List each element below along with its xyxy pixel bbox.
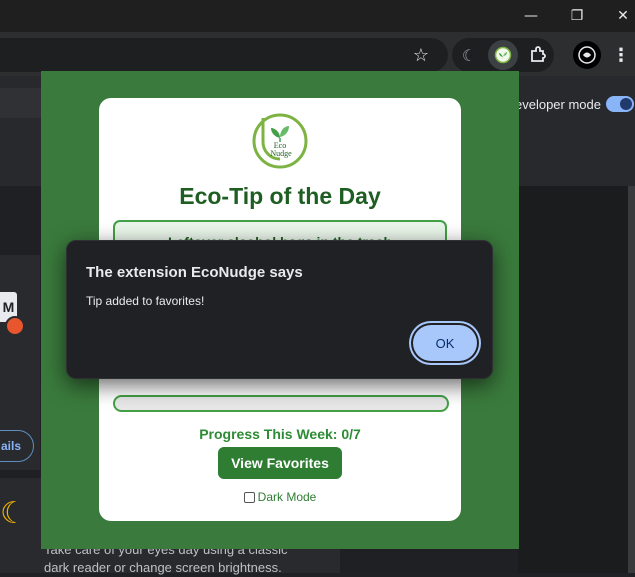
puzzle-icon[interactable] [528, 45, 548, 65]
popup-title: Eco-Tip of the Day [179, 183, 381, 209]
progress-label: Progress This Week: 0/7 [199, 426, 361, 442]
minimize-button[interactable]: — [508, 0, 554, 32]
record-icon [5, 316, 25, 336]
logo-text-nudge: Nudge [270, 149, 292, 158]
restore-button[interactable]: ❐ [554, 0, 600, 32]
view-favorites-button[interactable]: View Favorites [218, 447, 342, 479]
alert-dialog: The extension EcoNudge says Tip added to… [66, 240, 493, 379]
crescent-moon-icon: ☾ [0, 496, 27, 531]
profile-icon[interactable] [572, 40, 602, 70]
ok-button[interactable]: OK [413, 325, 477, 361]
menu-icon[interactable]: ⋮ [612, 44, 630, 66]
dark-mode-row: Dark Mode [99, 490, 461, 504]
moon-icon[interactable]: ☾ [458, 44, 480, 66]
page-scrollbar[interactable] [628, 186, 635, 573]
dark-mode-checkbox[interactable] [243, 491, 255, 503]
star-icon[interactable]: ☆ [410, 44, 432, 66]
close-window-button[interactable]: ✕ [600, 0, 635, 32]
dialog-title: The extension EcoNudge says [86, 264, 303, 281]
econudge-icon [494, 46, 512, 64]
developer-mode-toggle[interactable] [606, 96, 634, 112]
browser-titlebar: — ❐ ✕ [0, 0, 635, 32]
extensions-side-panel [518, 186, 635, 573]
address-bar[interactable] [0, 38, 448, 72]
developer-mode-label: eveloper mode [515, 97, 601, 112]
dialog-message: Tip added to favorites! [86, 294, 205, 308]
econudge-logo: Eco Nudge [252, 113, 308, 169]
details-button[interactable]: ails [0, 430, 34, 462]
weekly-progress-bar [113, 395, 449, 412]
dark-mode-label[interactable]: Dark Mode [258, 490, 317, 504]
